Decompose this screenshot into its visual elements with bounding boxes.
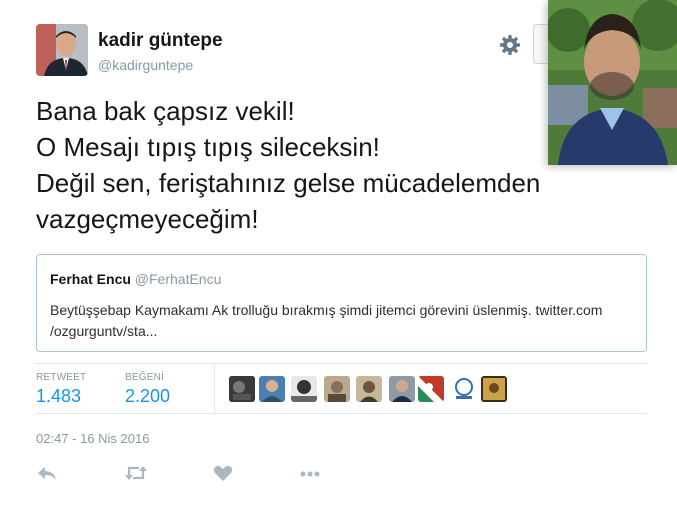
heart-icon[interactable]: [212, 462, 234, 484]
liker-avatar[interactable]: [418, 376, 444, 402]
retweet-count[interactable]: 1.483: [36, 386, 86, 407]
author-avatar[interactable]: [36, 24, 88, 76]
divider: [36, 363, 647, 364]
retweet-icon[interactable]: [124, 462, 147, 484]
divider: [36, 413, 647, 414]
tweet-text-line: Değil sen, feriştahınız gelse mücadelemd…: [36, 168, 541, 198]
retweet-stat[interactable]: RETWEET 1.483: [36, 372, 86, 407]
retweet-label: RETWEET: [36, 372, 87, 383]
quoted-tweet-text: Beytüşşebap Kaymakamı Ak trolluğu bırakm…: [50, 300, 633, 342]
like-stat[interactable]: BEĞENİ 2.200: [125, 372, 170, 407]
liker-avatar[interactable]: [389, 376, 415, 402]
gear-icon[interactable]: [498, 33, 522, 57]
liker-avatar[interactable]: [356, 376, 382, 402]
quoted-author-name: Ferhat Encu: [50, 271, 131, 287]
quoted-text-line: Beytüşşebap Kaymakamı Ak trolluğu bırakm…: [50, 302, 603, 318]
liker-avatar[interactable]: [451, 376, 477, 402]
like-label: BEĞENİ: [125, 372, 164, 383]
author-handle[interactable]: @kadirguntepe: [98, 57, 193, 73]
liker-avatar[interactable]: [291, 376, 317, 402]
tweet-text-line: O Mesajı tıpış tıpış sileceksin!: [36, 132, 380, 162]
liker-avatar[interactable]: [229, 376, 255, 402]
author-name[interactable]: kadir güntepe: [98, 30, 223, 52]
tweet-text-line: Bana bak çapsız vekil!: [36, 96, 295, 126]
liker-avatar[interactable]: [259, 376, 285, 402]
tweet-text-line: vazgeçmeyeceğim!: [36, 204, 259, 234]
quoted-tweet-header: Ferhat Encu @FerhatEncu: [50, 269, 633, 289]
more-dots-icon[interactable]: [299, 462, 321, 484]
liker-avatar[interactable]: [481, 376, 507, 402]
tweet-text: Bana bak çapsız vekil! O Mesajı tıpış tı…: [36, 93, 636, 237]
quoted-text-line: /ozgurguntv/sta...: [50, 323, 158, 339]
quoted-tweet[interactable]: Ferhat Encu @FerhatEncu Beytüşşebap Kaym…: [36, 254, 647, 352]
like-count[interactable]: 2.200: [125, 386, 170, 407]
quoted-author-handle: @FerhatEncu: [134, 271, 222, 287]
liker-avatar[interactable]: [324, 376, 350, 402]
reply-icon[interactable]: [36, 462, 58, 484]
divider: [214, 364, 215, 413]
tweet-timestamp[interactable]: 02:47 - 16 Nis 2016: [36, 431, 149, 446]
